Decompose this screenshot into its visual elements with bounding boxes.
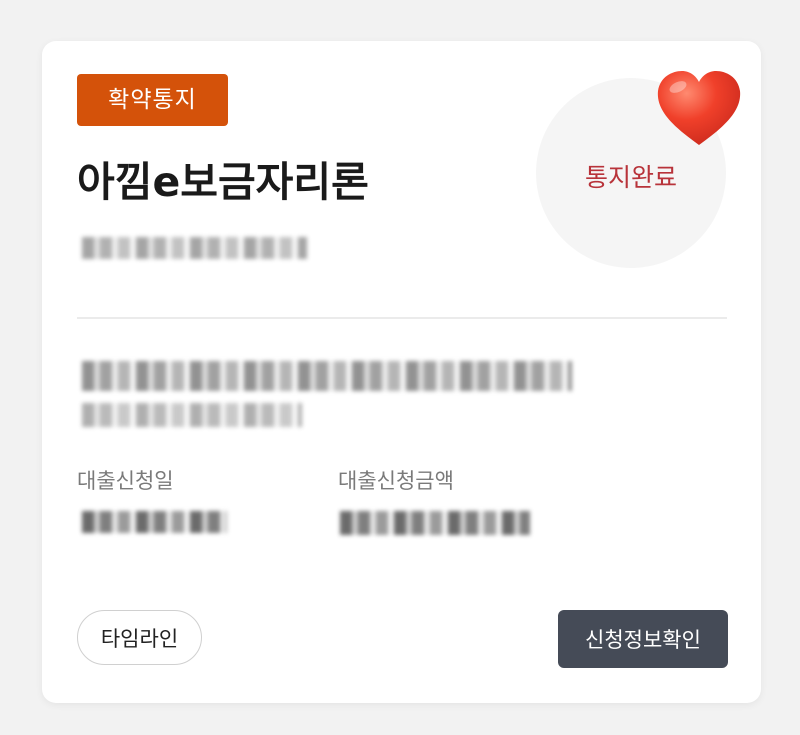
heart-icon	[657, 71, 741, 145]
loan-amount-label: 대출신청금액	[338, 469, 454, 493]
loan-date-label: 대출신청일	[77, 469, 174, 493]
status-text: 통지완료	[584, 163, 677, 192]
application-info-button[interactable]: 신청정보확인	[558, 610, 728, 668]
masked-loan-date	[82, 511, 227, 533]
masked-account-info	[82, 237, 307, 259]
divider	[77, 317, 727, 319]
masked-detail-line-2	[82, 403, 302, 427]
timeline-button[interactable]: 타임라인	[77, 610, 202, 665]
confirmation-notice-badge: 확약통지	[77, 74, 228, 126]
loan-status-card: 확약통지 아낌e보금자리론 통지완료 대출신청일 대출신청금액 타임라인 신청정…	[42, 41, 761, 703]
masked-detail-line-1	[82, 361, 572, 391]
masked-loan-amount	[340, 511, 530, 535]
product-title: 아낌e보금자리론	[77, 158, 369, 206]
